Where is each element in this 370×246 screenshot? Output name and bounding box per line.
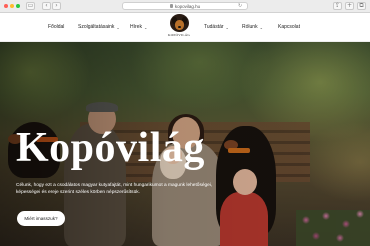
dog-logo-icon <box>169 14 189 32</box>
address-bar[interactable]: kopovilag.hu <box>122 2 248 10</box>
reload-icon[interactable]: ↻ <box>238 3 242 9</box>
window-controls <box>4 4 20 8</box>
maximize-window-button[interactable] <box>16 4 20 8</box>
nav-item-label: Főoldal <box>48 24 65 30</box>
site-logo[interactable]: KOPÓVILÁG <box>166 14 192 41</box>
nav-item-news[interactable]: Hírek ⌄ <box>130 24 147 30</box>
logo-text: KOPÓVILÁG <box>167 33 191 37</box>
minimize-window-button[interactable] <box>10 4 14 8</box>
hero-description: Célunk, hogy ezt a csodálatos magyar kut… <box>16 183 213 196</box>
nav-item-knowledge[interactable]: Tudástár ⌄ <box>204 24 229 30</box>
back-button[interactable]: ‹ <box>42 2 51 10</box>
nav-item-label: Tudástár <box>204 24 224 30</box>
tab-overview-icon[interactable]: ⧉ <box>357 2 366 10</box>
share-icon[interactable]: ⇪ <box>333 2 342 10</box>
sidebar-toggle-icon[interactable]: ▭ <box>26 2 35 10</box>
close-window-button[interactable] <box>4 4 8 8</box>
why-we-love-it-button[interactable]: Miért imasszuk? <box>17 211 65 226</box>
hero-title: Kopóvilág <box>16 125 205 171</box>
chevron-down-icon: ⌄ <box>116 24 120 30</box>
nav-item-label: Szolgáltatásaink <box>78 24 115 30</box>
forward-button[interactable]: › <box>52 2 61 10</box>
chevron-down-icon: ⌄ <box>259 24 263 30</box>
chevron-down-icon: ⌄ <box>143 24 148 30</box>
lock-icon <box>169 4 173 8</box>
nav-item-label: Kapcsolat <box>278 24 300 30</box>
browser-toolbar: ▭ ‹ › kopovilag.hu ↻ ⇪ + ⧉ <box>0 0 370 13</box>
nav-item-home[interactable]: Főoldal <box>48 24 64 30</box>
nav-item-services[interactable]: Szolgáltatásaink ⌄ <box>78 24 120 30</box>
nav-item-label: Rólunk <box>242 24 258 30</box>
history-nav: ‹ › <box>41 2 61 10</box>
site-header: Főoldal Szolgáltatásaink ⌄ Hírek ⌄ KOPÓV… <box>0 13 370 42</box>
new-tab-icon[interactable]: + <box>345 2 354 10</box>
browser-actions: ⇪ + ⧉ <box>333 2 366 10</box>
nav-item-label: Hírek <box>130 24 142 30</box>
nav-item-about[interactable]: Rólunk ⌄ <box>242 24 263 30</box>
address-text: kopovilag.hu <box>174 3 201 9</box>
nav-item-contact[interactable]: Kapcsolat <box>278 24 300 30</box>
chevron-down-icon: ⌄ <box>225 24 229 30</box>
